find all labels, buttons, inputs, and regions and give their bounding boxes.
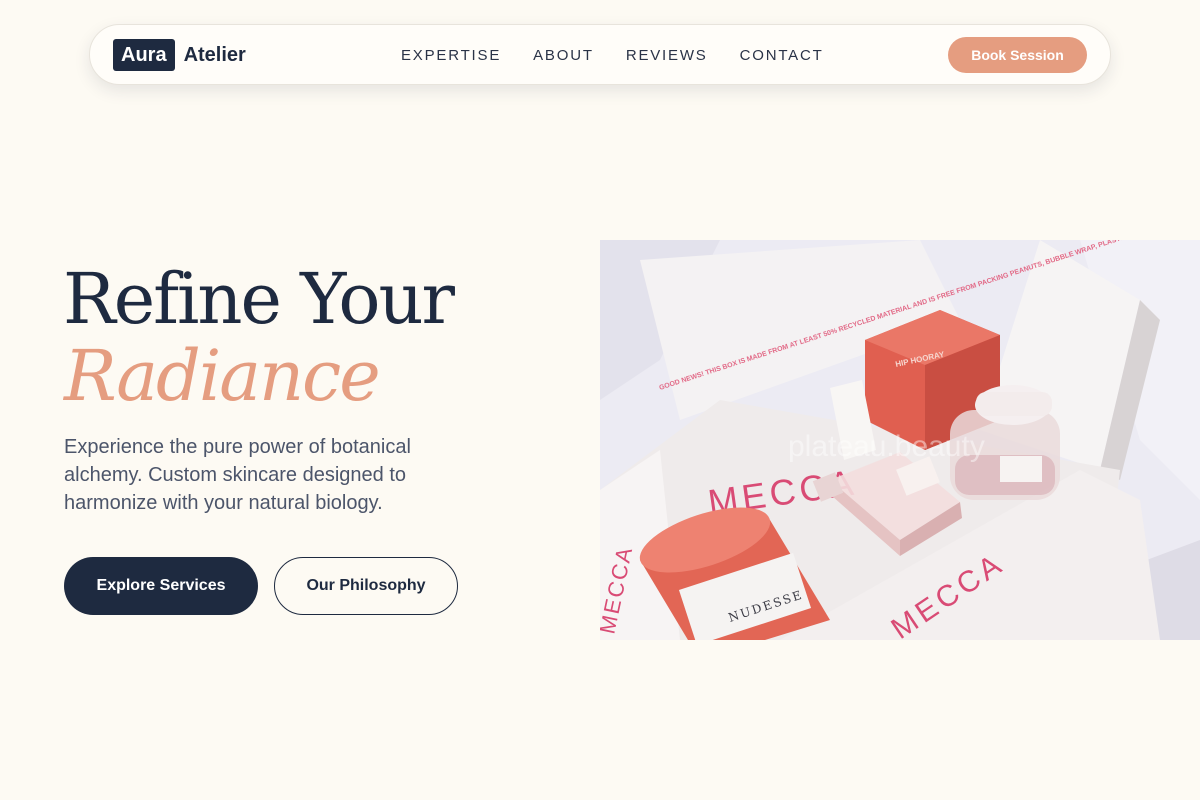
nav-link-reviews[interactable]: REVIEWS (626, 47, 708, 64)
watermark-text: plateau.beauty (788, 430, 985, 463)
logo[interactable]: Aura Atelier (113, 39, 246, 71)
navbar: Aura Atelier EXPERTISE ABOUT REVIEWS CON… (89, 24, 1111, 85)
logo-wordmark: Atelier (183, 43, 246, 66)
nav-link-contact[interactable]: CONTACT (740, 47, 824, 64)
nav-links: EXPERTISE ABOUT REVIEWS CONTACT (401, 25, 856, 86)
nav-link-expertise[interactable]: EXPERTISE (401, 47, 501, 64)
nav-link-about[interactable]: ABOUT (533, 47, 594, 64)
hero-description: Experience the pure power of botanical a… (64, 436, 411, 514)
hero-product-image: GOOD NEWS! THIS BOX IS MADE FROM AT LEAS… (600, 240, 1200, 640)
book-session-button[interactable]: Book Session (948, 37, 1087, 73)
logo-mark: Aura (113, 39, 175, 71)
hero-title-accent: Radiance (64, 335, 381, 417)
our-philosophy-button[interactable]: Our Philosophy (274, 557, 458, 615)
page: Aura Atelier EXPERTISE ABOUT REVIEWS CON… (0, 0, 1200, 800)
product-box-illustration: GOOD NEWS! THIS BOX IS MADE FROM AT LEAS… (600, 240, 1200, 640)
explore-services-button[interactable]: Explore Services (64, 557, 258, 615)
hero-title: Refine Your (63, 258, 455, 340)
